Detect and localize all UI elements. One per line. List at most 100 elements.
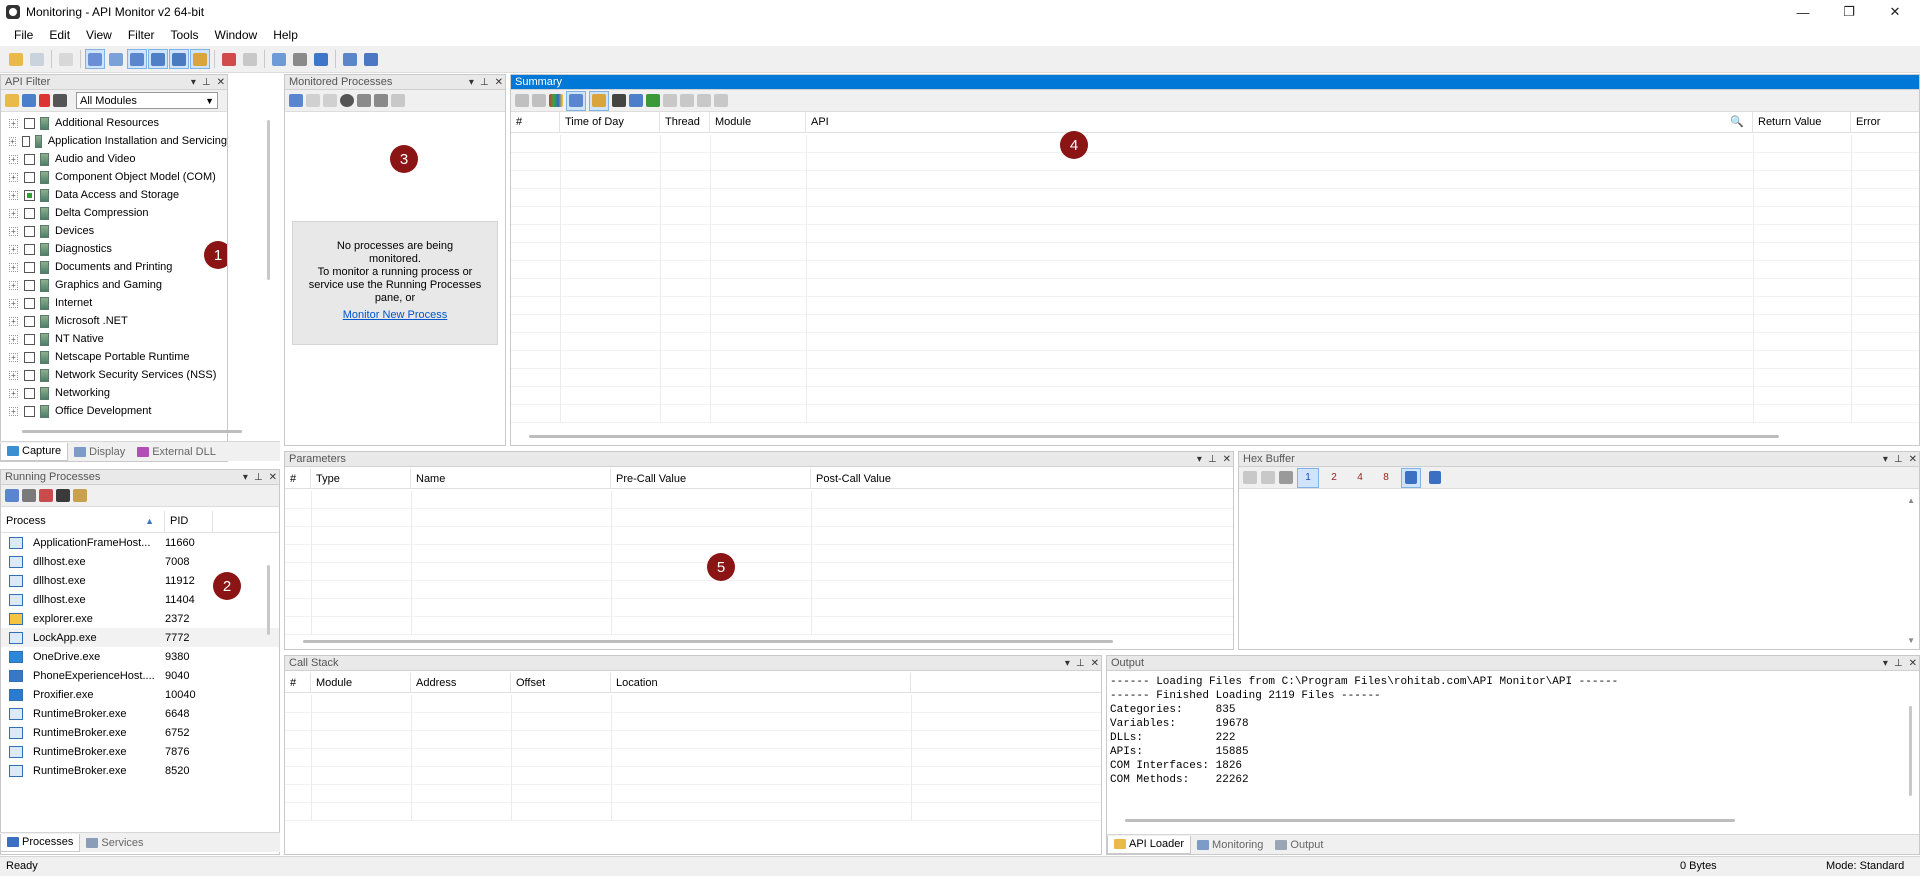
save-icon[interactable]	[1243, 471, 1257, 484]
size-8-button[interactable]: 8	[1375, 468, 1397, 488]
close-icon[interactable]: ✕	[1909, 452, 1917, 467]
category-checkbox[interactable]	[24, 351, 35, 363]
process-scrollbar[interactable]	[267, 565, 270, 635]
category-checkbox[interactable]	[24, 171, 35, 183]
expand-icon[interactable]: +	[9, 118, 18, 128]
monitor-icon[interactable]	[190, 49, 210, 69]
close-icon[interactable]: ✕	[1223, 452, 1231, 467]
pin-icon[interactable]: ⊥	[1208, 452, 1217, 467]
expand-icon[interactable]: +	[9, 154, 18, 164]
close-icon[interactable]: ✕	[217, 75, 225, 90]
module-select[interactable]: All Modules ▼	[76, 92, 218, 109]
close-icon[interactable]: ✕	[1909, 656, 1917, 671]
expand-icon[interactable]: +	[9, 262, 18, 272]
category-checkbox[interactable]	[24, 153, 35, 165]
process-row[interactable]: RuntimeBroker.exe 7876	[1, 742, 279, 761]
expand-icon[interactable]: +	[9, 244, 18, 254]
column-module[interactable]: Module	[710, 112, 806, 132]
tab-processes[interactable]: Processes	[0, 833, 81, 852]
hook-icon[interactable]	[306, 94, 320, 107]
pin-icon[interactable]: ⊥	[1076, 656, 1085, 671]
filter-icon[interactable]	[219, 49, 239, 69]
api-category-item[interactable]: + Component Object Model (COM)	[1, 168, 227, 186]
restore-button[interactable]: ❐	[1826, 0, 1872, 24]
view-icon[interactable]	[5, 489, 19, 502]
menu-help[interactable]: Help	[265, 24, 306, 46]
category-checkbox[interactable]	[24, 333, 35, 345]
dropdown-icon[interactable]: ▾	[191, 75, 196, 90]
dropdown-icon[interactable]: ▾	[1065, 656, 1070, 671]
category-checkbox[interactable]	[24, 297, 35, 309]
size-4-button[interactable]: 4	[1349, 468, 1371, 488]
process-row[interactable]: ApplicationFrameHost... 11660	[1, 533, 279, 552]
expand-icon[interactable]: +	[9, 388, 18, 398]
close-icon[interactable]: ✕	[1091, 656, 1099, 671]
category-checkbox[interactable]	[24, 369, 35, 381]
expand-icon[interactable]: +	[9, 370, 18, 380]
open-folder-icon[interactable]	[6, 49, 26, 69]
api-category-item[interactable]: + Delta Compression	[1, 204, 227, 222]
clear-icon[interactable]	[240, 49, 260, 69]
api-filter-scrollbar[interactable]	[267, 120, 270, 280]
process-row[interactable]: dllhost.exe 7008	[1, 552, 279, 571]
find-icon[interactable]	[53, 94, 67, 107]
column-post-call-value[interactable]: Post-Call Value	[811, 469, 1233, 488]
tree-icon[interactable]	[357, 94, 371, 107]
save-icon[interactable]	[22, 94, 36, 107]
dropdown-icon[interactable]: ▾	[1197, 452, 1202, 467]
dropdown-icon[interactable]: ▾	[1883, 656, 1888, 671]
expand-icon[interactable]: +	[9, 208, 18, 218]
colors-icon[interactable]	[549, 94, 563, 107]
attach-icon[interactable]	[56, 489, 70, 502]
size-1-button[interactable]: 1	[1297, 467, 1319, 488]
byte-order-icon[interactable]	[1425, 468, 1445, 488]
menu-view[interactable]: View	[78, 24, 120, 46]
process-row[interactable]: PhoneExperienceHost.... 9040	[1, 666, 279, 685]
column-type[interactable]: Type	[311, 469, 411, 488]
highlight-icon[interactable]	[589, 90, 609, 111]
hand-icon[interactable]	[697, 94, 711, 107]
scroll-down-icon[interactable]: ▼	[1907, 636, 1915, 645]
process-row[interactable]: OneDrive.exe 9380	[1, 647, 279, 666]
properties-icon[interactable]	[374, 94, 388, 107]
parameters-hscrollbar[interactable]	[303, 640, 1113, 643]
column-address[interactable]: Address	[411, 673, 511, 692]
download-icon[interactable]	[646, 94, 660, 107]
process-row[interactable]: Proxifier.exe 10040	[1, 685, 279, 704]
target-icon[interactable]	[340, 94, 354, 107]
api-category-item[interactable]: + Office Development	[1, 402, 227, 420]
tab-monitoring[interactable]: Monitoring	[1191, 836, 1269, 854]
refresh-icon[interactable]	[1279, 471, 1293, 484]
tree-view-icon[interactable]	[566, 90, 586, 111]
summary-hscrollbar[interactable]	[529, 435, 1779, 438]
api-filter-hscrollbar[interactable]	[22, 430, 242, 433]
save-icon[interactable]	[27, 49, 47, 69]
category-checkbox[interactable]	[24, 261, 35, 273]
api-category-item[interactable]: + Audio and Video	[1, 150, 227, 168]
go-icon[interactable]	[515, 94, 529, 107]
pin-icon[interactable]: ⊥	[202, 75, 211, 90]
column-name[interactable]: Name	[411, 469, 611, 488]
output-hscrollbar[interactable]	[1125, 819, 1735, 822]
api-category-item[interactable]: + Network Security Services (NSS)	[1, 366, 227, 384]
category-checkbox[interactable]	[24, 315, 35, 327]
monitor-process-icon[interactable]	[289, 94, 303, 107]
process-icon[interactable]	[106, 49, 126, 69]
copy-icon[interactable]	[1261, 471, 1275, 484]
column-error[interactable]: Error	[1851, 112, 1911, 132]
column-pre-call-value[interactable]: Pre-Call Value	[611, 469, 811, 488]
delete-icon[interactable]	[39, 94, 50, 107]
open-icon[interactable]	[5, 94, 19, 107]
api-category-item[interactable]: + Devices	[1, 222, 227, 240]
api-category-item[interactable]: + Documents and Printing	[1, 258, 227, 276]
column-api[interactable]: API 🔍	[806, 112, 1753, 132]
paste-icon[interactable]	[680, 94, 694, 107]
document-icon[interactable]	[340, 49, 360, 69]
code-view-icon[interactable]	[85, 49, 105, 69]
grid-icon[interactable]	[22, 489, 36, 502]
api-category-item[interactable]: + Networking	[1, 384, 227, 402]
window-icon[interactable]	[269, 49, 289, 69]
trash-icon[interactable]	[714, 94, 728, 107]
api-category-item[interactable]: + Application Installation and Servicing	[1, 132, 227, 150]
category-checkbox[interactable]	[24, 279, 35, 291]
